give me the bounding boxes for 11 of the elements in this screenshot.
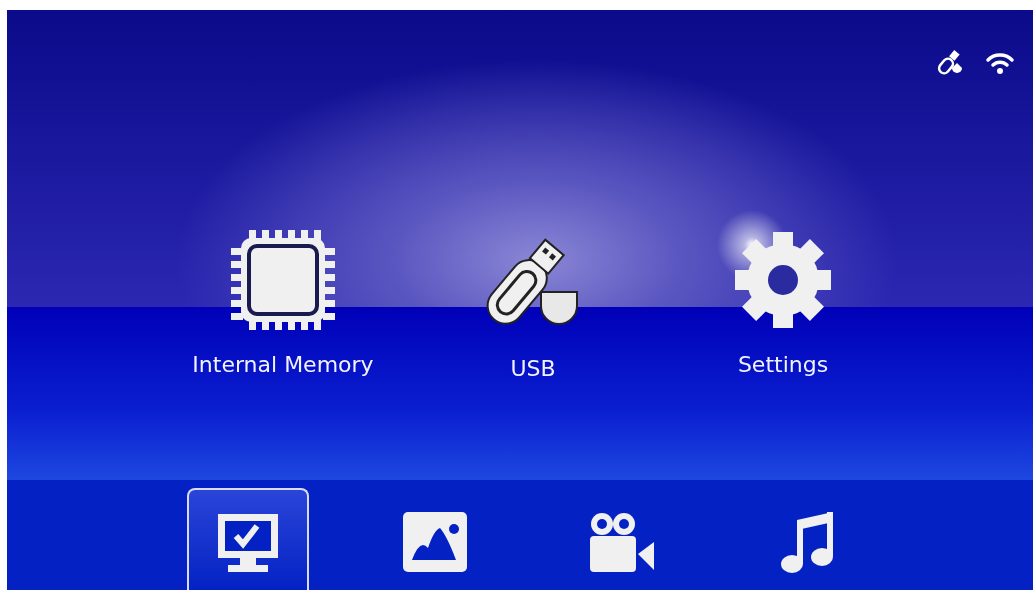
dock-tab[interactable] xyxy=(187,488,309,590)
source-label[interactable]: USB xyxy=(510,352,556,385)
source-label[interactable]: Settings xyxy=(737,348,829,381)
video-camera-icon xyxy=(588,512,656,574)
wifi-icon xyxy=(985,51,1015,75)
source-label[interactable]: Internal Memory xyxy=(192,348,374,381)
gear-icon[interactable] xyxy=(733,230,833,330)
picture-icon xyxy=(403,512,467,572)
usb-drive-icon xyxy=(937,50,963,76)
chip-icon[interactable] xyxy=(231,230,335,330)
monitor-check-icon xyxy=(216,512,280,574)
